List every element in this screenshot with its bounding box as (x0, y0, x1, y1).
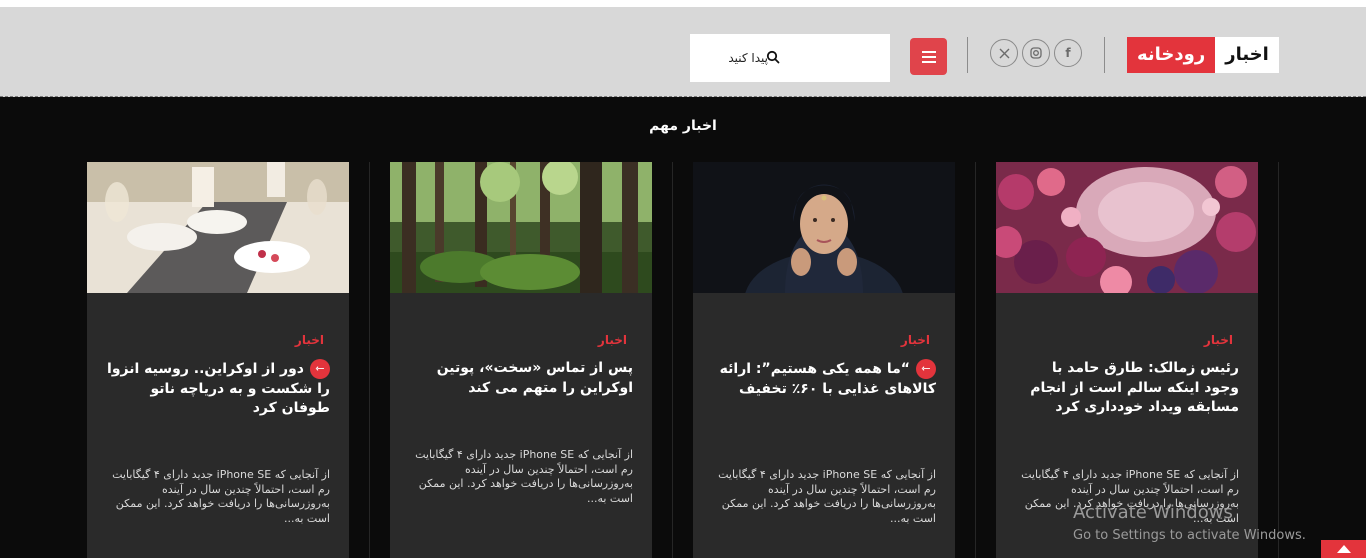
search-input[interactable] (698, 34, 768, 82)
news-title[interactable]: رئیس زمالک: طارق حامد با وجود اینکه سالم… (1015, 359, 1239, 418)
news-image-crowd[interactable] (996, 162, 1258, 293)
news-title[interactable]: پس از تماس «سخت»، پوتین اوکراین را متهم … (409, 359, 633, 398)
news-card[interactable]: اخبار رئیس زمالک: طارق حامد با وجود اینک… (996, 162, 1258, 558)
news-title-text: رئیس زمالک: طارق حامد با وجود اینکه سالم… (1030, 360, 1239, 415)
search-icon[interactable] (766, 50, 780, 64)
activate-windows-subtitle: Go to Settings to activate Windows. (1073, 528, 1306, 543)
search-box (690, 34, 890, 82)
site-header: رودخانه اخبار f (0, 7, 1366, 97)
x-twitter-icon[interactable] (990, 39, 1018, 67)
news-image-portrait[interactable] (693, 162, 955, 293)
news-card[interactable]: اخبار ⇽“ما همه یکی هستیم”: ارائه کالاهای… (693, 162, 955, 558)
column-divider (975, 162, 976, 558)
news-card[interactable]: اخبار ⇽دور از اوکراین.. روسیه انزوا را ش… (87, 162, 349, 558)
x-glyph (999, 48, 1009, 58)
header-divider (967, 37, 968, 73)
activate-windows-title: Activate Windows (1073, 502, 1233, 523)
column-divider (369, 162, 370, 558)
category-label[interactable]: اخبار (1204, 333, 1233, 347)
logo-white-text: اخبار (1215, 37, 1279, 73)
top-strip (0, 0, 1366, 7)
news-card-body: اخبار پس از تماس «سخت»، پوتین اوکراین را… (390, 293, 652, 558)
news-title[interactable]: ⇽“ما همه یکی هستیم”: ارائه کالاهای غذایی… (712, 359, 936, 399)
column-divider (1278, 162, 1279, 558)
news-title[interactable]: ⇽دور از اوکراین.. روسیه انزوا را شکست و … (106, 359, 330, 419)
news-card-body: اخبار ⇽“ما همه یکی هستیم”: ارائه کالاهای… (693, 293, 955, 558)
menu-bar (921, 50, 936, 53)
column-divider (672, 162, 673, 558)
news-title-text: دور از اوکراین.. روسیه انزوا را شکست و ب… (107, 361, 330, 416)
instagram-glyph (1030, 47, 1042, 59)
category-label[interactable]: اخبار (901, 333, 930, 347)
menu-bar (921, 55, 936, 58)
news-title-text: “ما همه یکی هستیم”: ارائه کالاهای غذایی … (719, 361, 936, 397)
news-excerpt: از آنجایی که iPhone SE جدید دارای ۴ گیگا… (415, 448, 633, 505)
site-logo[interactable]: رودخانه اخبار (1127, 37, 1279, 73)
news-image-forest[interactable] (390, 162, 652, 293)
category-label[interactable]: اخبار (295, 333, 324, 347)
video-icon: ⇽ (310, 359, 330, 379)
section-title: اخبار مهم (649, 118, 717, 134)
back-to-top-button[interactable] (1321, 540, 1366, 558)
news-image-table[interactable] (87, 162, 349, 293)
menu-button[interactable] (910, 38, 947, 75)
news-excerpt: از آنجایی که iPhone SE جدید دارای ۴ گیگا… (112, 468, 330, 525)
news-title-text: پس از تماس «سخت»، پوتین اوکراین را متهم … (436, 360, 633, 396)
category-label[interactable]: اخبار (598, 333, 627, 347)
logo-red-text: رودخانه (1127, 37, 1216, 73)
news-card-body: اخبار ⇽دور از اوکراین.. روسیه انزوا را ش… (87, 293, 349, 558)
menu-bar (921, 60, 936, 63)
header-divider (1104, 37, 1105, 73)
instagram-icon[interactable] (1022, 39, 1050, 67)
news-card[interactable]: اخبار پس از تماس «سخت»، پوتین اوکراین را… (390, 162, 652, 558)
facebook-glyph: f (1065, 46, 1071, 60)
video-icon: ⇽ (916, 359, 936, 379)
facebook-icon[interactable]: f (1054, 39, 1082, 67)
news-excerpt: از آنجایی که iPhone SE جدید دارای ۴ گیگا… (718, 468, 936, 525)
